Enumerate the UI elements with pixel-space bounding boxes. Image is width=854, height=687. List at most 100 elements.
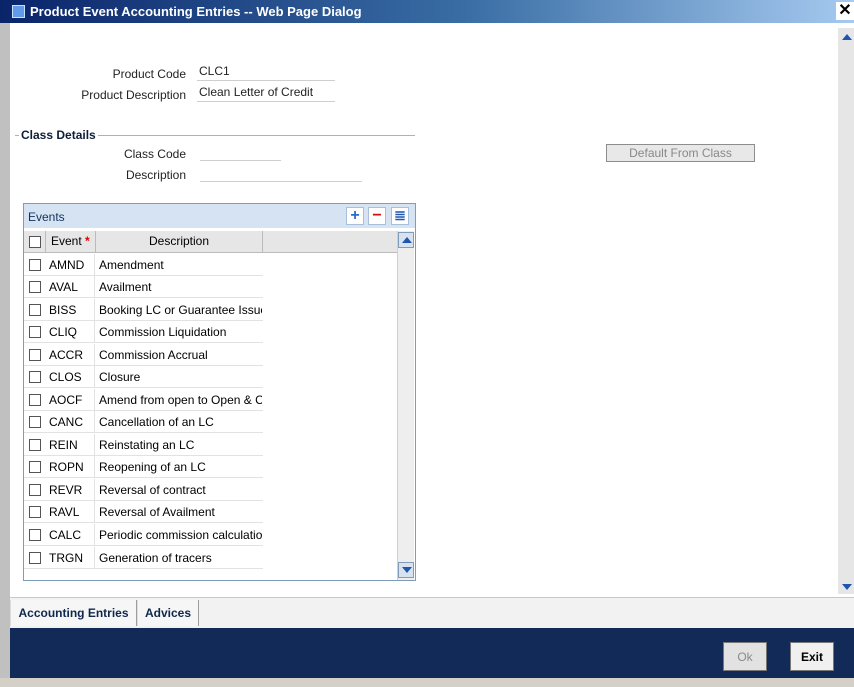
class-description-field[interactable] <box>200 164 362 182</box>
event-code: CALC <box>49 528 82 542</box>
events-grid: Events + − ≣ Event * Description AMND Ame… <box>23 203 416 581</box>
window-frame-left <box>0 23 10 687</box>
column-divider <box>94 434 95 455</box>
column-divider <box>94 276 95 297</box>
class-description-label: Description <box>125 168 186 182</box>
tab-accounting-entries[interactable]: Accounting Entries <box>10 600 137 626</box>
product-description-field[interactable]: Clean Letter of Credit <box>197 84 335 102</box>
event-column-label: Event <box>51 234 82 248</box>
product-description-label: Product Description <box>81 88 186 102</box>
column-divider <box>94 524 95 545</box>
table-row[interactable]: CLOS Closure <box>24 366 263 388</box>
table-row[interactable]: CLIQ Commission Liquidation <box>24 321 263 343</box>
add-row-icon[interactable]: + <box>346 207 364 225</box>
close-window-button[interactable]: ✕ <box>836 2 854 20</box>
event-description: Availment <box>99 280 152 294</box>
column-divider <box>94 344 95 365</box>
table-row[interactable]: CALC Periodic commission calculation <box>24 524 263 546</box>
events-scroll-down-button[interactable] <box>398 562 414 578</box>
event-description: Generation of tracers <box>99 551 212 565</box>
event-code: CLIQ <box>49 325 78 339</box>
status-bar <box>0 678 854 687</box>
events-scrollbar[interactable] <box>397 231 414 580</box>
row-checkbox[interactable] <box>29 506 41 518</box>
scroll-down-icon[interactable] <box>842 584 852 590</box>
empty-column-header <box>263 231 397 253</box>
description-column-header: Description <box>96 231 263 253</box>
event-description: Commission Accrual <box>99 348 208 362</box>
event-description: Commission Liquidation <box>99 325 227 339</box>
table-row[interactable]: AMND Amendment <box>24 254 263 276</box>
event-description: Cancellation of an LC <box>99 415 214 429</box>
event-description: Periodic commission calculation <box>99 528 262 542</box>
row-checkbox[interactable] <box>29 439 41 451</box>
table-row[interactable]: RAVL Reversal of Availment <box>24 501 263 523</box>
table-row[interactable]: ROPN Reopening of an LC <box>24 456 263 478</box>
scroll-up-icon <box>402 237 412 243</box>
column-divider <box>94 547 95 568</box>
column-divider <box>94 254 95 275</box>
select-all-checkbox[interactable] <box>29 236 41 248</box>
row-checkbox[interactable] <box>29 281 41 293</box>
table-row[interactable]: CANC Cancellation of an LC <box>24 411 263 433</box>
scroll-up-icon[interactable] <box>842 34 852 40</box>
event-code: ACCR <box>49 348 84 362</box>
row-checkbox[interactable] <box>29 461 41 473</box>
row-checkbox[interactable] <box>29 349 41 361</box>
event-description: Reversal of Availment <box>99 505 215 519</box>
event-column-header: Event * <box>46 231 96 253</box>
event-code: AOCF <box>49 393 83 407</box>
table-row[interactable]: BISS Booking LC or Guarantee Issue <box>24 299 263 321</box>
event-description: Amend from open to Open & Co <box>99 393 262 407</box>
event-code: AMND <box>49 258 85 272</box>
row-checkbox[interactable] <box>29 259 41 271</box>
table-row[interactable]: REIN Reinstating an LC <box>24 434 263 456</box>
scroll-down-icon <box>402 567 412 573</box>
table-row[interactable]: AOCF Amend from open to Open & Co <box>24 389 263 411</box>
row-checkbox[interactable] <box>29 394 41 406</box>
table-row[interactable]: REVR Reversal of contract <box>24 479 263 501</box>
row-checkbox[interactable] <box>29 416 41 428</box>
footer-bar: Ok Exit <box>10 628 854 678</box>
event-description: Reinstating an LC <box>99 438 195 452</box>
event-description: Closure <box>99 370 141 384</box>
tab-strip: Accounting Entries Advices <box>10 597 854 629</box>
ok-button[interactable]: Ok <box>723 642 767 671</box>
column-divider <box>94 411 95 432</box>
row-checkbox[interactable] <box>29 371 41 383</box>
events-scroll-up-button[interactable] <box>398 232 414 248</box>
exit-button[interactable]: Exit <box>790 642 834 671</box>
event-code: REIN <box>49 438 78 452</box>
event-description: Amendment <box>99 258 164 272</box>
table-row[interactable]: AVAL Availment <box>24 276 263 298</box>
default-from-class-button[interactable]: Default From Class <box>606 144 755 162</box>
row-checkbox[interactable] <box>29 304 41 316</box>
description-column-label: Description <box>148 234 210 248</box>
column-divider <box>94 479 95 500</box>
event-code: BISS <box>49 303 77 317</box>
class-code-field[interactable] <box>200 143 281 161</box>
column-divider <box>94 389 95 410</box>
tab-advices[interactable]: Advices <box>137 600 199 626</box>
event-code: TRGN <box>49 551 83 565</box>
table-row[interactable]: TRGN Generation of tracers <box>24 547 263 569</box>
page-scrollbar[interactable] <box>838 28 854 594</box>
column-divider <box>94 299 95 320</box>
single-view-icon[interactable]: ≣ <box>391 207 409 225</box>
column-divider <box>94 366 95 387</box>
event-code: RAVL <box>49 505 80 519</box>
product-code-label: Product Code <box>112 67 186 81</box>
row-checkbox[interactable] <box>29 552 41 564</box>
event-code: CLOS <box>49 370 82 384</box>
event-code: REVR <box>49 483 83 497</box>
delete-row-icon[interactable]: − <box>368 207 386 225</box>
table-row[interactable]: ACCR Commission Accrual <box>24 344 263 366</box>
event-code: AVAL <box>49 280 78 294</box>
product-code-field[interactable]: CLC1 <box>197 63 335 81</box>
required-mark: * <box>85 234 90 248</box>
row-checkbox[interactable] <box>29 484 41 496</box>
event-description: Reversal of contract <box>99 483 206 497</box>
ie-app-icon <box>12 5 25 18</box>
row-checkbox[interactable] <box>29 326 41 338</box>
row-checkbox[interactable] <box>29 529 41 541</box>
